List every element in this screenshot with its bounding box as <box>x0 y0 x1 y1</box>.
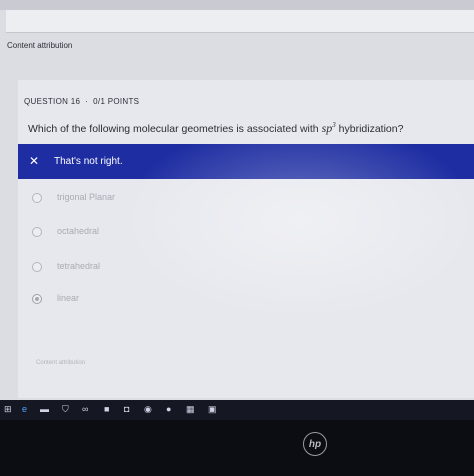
feedback-message: That's not right. <box>54 156 123 167</box>
photos-icon[interactable]: ▣ <box>208 404 217 415</box>
grid-icon[interactable]: ▦ <box>186 404 195 415</box>
question-header: QUESTION 16 · 0/1 POINTS <box>24 97 139 106</box>
x-icon: ✕ <box>29 154 40 168</box>
taskbar: ⊞ e ▬ ⛉ ∞ ■ ◘ ◉ ● ▦ ▣ <box>0 400 474 420</box>
screen: Content attribution QUESTION 16 · 0/1 POIN… <box>0 0 474 400</box>
question-text-after: hybridization? <box>335 123 404 135</box>
formula-base: sp <box>321 121 333 135</box>
question-points: 0/1 POINTS <box>93 97 140 106</box>
chat-icon[interactable]: ∞ <box>82 404 88 414</box>
content-attribution-top[interactable]: Content attribution <box>7 41 72 50</box>
content-attribution-bottom[interactable]: Content attribution <box>36 360 85 366</box>
previous-question-box <box>6 10 474 33</box>
question-card: QUESTION 16 · 0/1 POINTS Which of the foll… <box>18 80 474 398</box>
edge-icon[interactable]: e <box>22 404 27 414</box>
feedback-banner: ✕ That's not right. <box>18 144 474 179</box>
header-separator: · <box>85 97 89 106</box>
teams-icon[interactable]: ● <box>166 404 171 414</box>
start-icon[interactable]: ⊞ <box>4 404 12 415</box>
radio-button[interactable] <box>32 193 42 203</box>
app-icon[interactable]: ◘ <box>124 404 129 414</box>
question-text: Which of the following molecular geometr… <box>28 121 403 136</box>
radio-button[interactable] <box>32 262 42 272</box>
laptop-bezel: hp <box>0 420 474 476</box>
files-icon[interactable]: ■ <box>104 404 109 414</box>
radio-button[interactable] <box>32 227 42 237</box>
question-number: QUESTION 16 <box>24 97 81 106</box>
hybridization-formula: sp3 <box>322 121 336 135</box>
store-icon[interactable]: ⛉ <box>62 404 69 415</box>
mail-icon[interactable]: ▬ <box>40 404 49 414</box>
option-label: linear <box>57 293 80 303</box>
option-label: tetrahedral <box>57 261 101 271</box>
option-label: trigonal Planar <box>57 192 116 202</box>
question-text-before: Which of the following molecular geometr… <box>28 123 322 135</box>
browser-top-strip <box>0 0 474 10</box>
hp-logo: hp <box>303 432 327 456</box>
option-label: octahedral <box>57 226 100 236</box>
radio-button-selected[interactable] <box>32 294 42 304</box>
chrome-icon[interactable]: ◉ <box>144 404 152 415</box>
